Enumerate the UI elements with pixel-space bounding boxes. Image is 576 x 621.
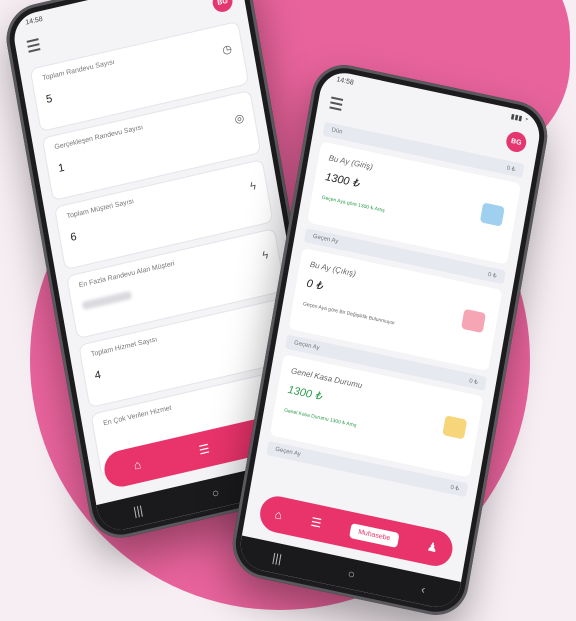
nav-active-muhasebe[interactable]: Muhasebe	[349, 522, 400, 548]
status-time: 14:58	[24, 15, 44, 27]
home-icon[interactable]: ⌂	[133, 457, 142, 472]
signal-icons: ▮▮▮ ◔	[510, 113, 529, 124]
strip-value: 0 ₺	[468, 377, 479, 386]
back-icon[interactable]: ‹	[420, 582, 426, 597]
wallet-badge-icon	[461, 308, 487, 334]
users-icon: ϟ	[249, 180, 258, 194]
home-circle-icon[interactable]: ○	[347, 566, 357, 581]
strip-label: Geçen Ay	[312, 233, 339, 246]
wallet-badge-icon	[479, 202, 505, 227]
hamburger-menu-icon[interactable]	[26, 38, 41, 53]
home-icon[interactable]: ⌂	[274, 507, 284, 522]
check-clock-icon: ◎	[233, 112, 246, 127]
users-icon: ϟ	[261, 249, 270, 263]
user-icon[interactable]: ♟	[426, 539, 439, 555]
avatar[interactable]: BG	[211, 0, 235, 14]
strip-value: 0 ₺	[487, 271, 498, 280]
list-icon[interactable]: ☰	[198, 441, 211, 457]
strip-value: 0 ₺	[449, 484, 460, 493]
strip-label: Dün	[331, 127, 343, 136]
recent-apps-icon[interactable]: |||	[132, 503, 144, 519]
hamburger-menu-icon[interactable]	[329, 96, 344, 111]
home-circle-icon[interactable]: ○	[211, 485, 220, 500]
avatar[interactable]: BG	[504, 129, 528, 154]
strip-value: 0 ₺	[506, 165, 516, 173]
clock-icon: ◷	[221, 43, 233, 58]
recent-apps-icon[interactable]: |||	[271, 550, 283, 566]
strip-label: Geçen Ay	[274, 446, 302, 458]
wallet-badge-icon	[442, 415, 468, 440]
strip-label: Geçen Ay	[293, 340, 320, 352]
status-time: 14:58	[335, 75, 355, 87]
list-icon[interactable]: ☰	[310, 515, 323, 531]
